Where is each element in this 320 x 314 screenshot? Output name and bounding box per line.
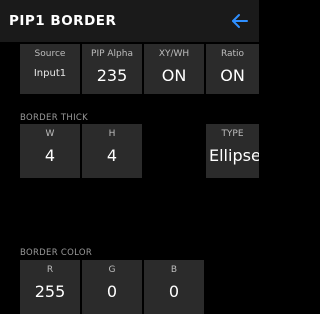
xywh-value: ON [161, 66, 187, 85]
back-arrow-icon[interactable] [228, 9, 252, 33]
color-green-value: 0 [106, 282, 118, 301]
border-type-label: TYPE [221, 129, 244, 139]
border-height-value: 4 [106, 146, 118, 165]
xywh-toggle[interactable]: XY/WH ON [144, 44, 204, 94]
ratio-label: Ratio [220, 49, 245, 59]
xywh-label: XY/WH [158, 49, 190, 59]
border-width-button[interactable]: W 4 [20, 124, 80, 178]
border-width-value: 4 [44, 146, 56, 165]
source-label: Source [34, 49, 66, 59]
border-color-section-label: BORDER COLOR [20, 248, 93, 258]
color-green-label: G [108, 265, 116, 275]
border-height-label: H [108, 129, 116, 139]
color-red-button[interactable]: R 255 [20, 260, 80, 314]
header-bar: PIP1 BORDER [0, 0, 259, 42]
border-height-button[interactable]: H 4 [82, 124, 142, 178]
pip-alpha-value: 235 [96, 66, 128, 85]
border-width-label: W [45, 129, 55, 139]
pip-alpha-label: PIP Alpha [91, 49, 133, 59]
ratio-value: ON [220, 66, 245, 85]
pip-alpha-button[interactable]: PIP Alpha 235 [82, 44, 142, 94]
border-type-value: Ellipse [209, 146, 259, 165]
color-red-label: R [46, 265, 54, 275]
ratio-toggle[interactable]: Ratio ON [206, 44, 259, 94]
source-value: Input1 [33, 68, 67, 79]
color-blue-button[interactable]: B 0 [144, 260, 204, 314]
border-type-button[interactable]: TYPE Ellipse [206, 124, 259, 178]
color-red-value: 255 [34, 282, 66, 301]
border-thick-section-label: BORDER THICK [20, 113, 89, 123]
color-green-button[interactable]: G 0 [82, 260, 142, 314]
page-title: PIP1 BORDER [9, 13, 117, 29]
source-button[interactable]: Source Input1 [20, 44, 80, 94]
color-blue-value: 0 [168, 282, 180, 301]
color-blue-label: B [170, 265, 178, 275]
